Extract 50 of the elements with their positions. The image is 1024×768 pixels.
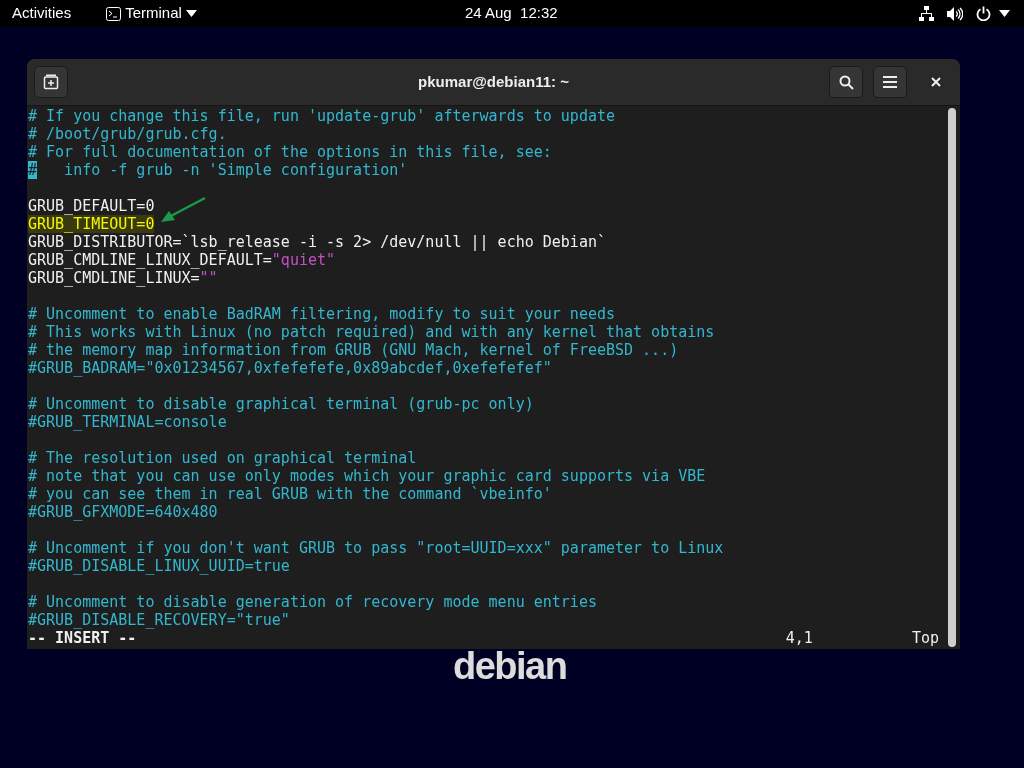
comment-text: #GRUB_TERMINAL=console (28, 413, 227, 431)
power-menu[interactable] (976, 6, 1010, 21)
comment-text: # This works with Linux (no patch required) and with any kernel that obtains (28, 323, 715, 341)
menu-button[interactable] (873, 66, 907, 98)
new-tab-button[interactable] (34, 66, 68, 98)
network-icon[interactable] (919, 6, 934, 21)
debian-logo-text: debian (453, 644, 567, 689)
code-text: GRUB_CMDLINE_LINUX= (28, 269, 200, 287)
window-title: pkumar@debian11: ~ (418, 71, 569, 92)
volume-icon[interactable] (947, 6, 963, 21)
caret-icon (185, 10, 197, 17)
cursor-position: 4,1 (785, 629, 813, 647)
editor-mode: -- INSERT -- (28, 629, 137, 647)
comment-text: # The resolution used on graphical terminal (28, 449, 417, 467)
search-button[interactable] (829, 66, 863, 98)
code-text: GRUB_DEFAULT=0 (28, 197, 155, 215)
clock[interactable]: 24 Aug 12:32 (465, 2, 558, 25)
app-menu[interactable]: Terminal (106, 2, 197, 25)
menu-icon (883, 76, 897, 88)
string-text: "" (199, 269, 218, 287)
text-cursor: # (28, 161, 38, 179)
comment-text: # /boot/grub/grub.cfg. (28, 125, 227, 143)
scroll-position: Top (911, 629, 939, 647)
power-icon (976, 6, 991, 21)
comment-text: # Uncomment to disable generation of recovery mode menu entries (28, 593, 597, 611)
close-icon (931, 77, 941, 87)
activities-button[interactable]: Activities (12, 2, 72, 25)
scrollbar[interactable] (948, 108, 956, 647)
annotation-arrow (159, 196, 207, 224)
comment-text: info -f grub -n 'Simple configuration' (63, 161, 408, 179)
search-icon (838, 74, 854, 90)
comment-text: # the memory map information from GRUB (GNU Mach, kernel of FreeBSD ...) (28, 341, 679, 359)
comment-text: # If you change this file, run 'update-grub' afterwards to update (28, 107, 615, 125)
comment-text: # Uncomment to disable graphical terminal (grub-pc only) (28, 395, 534, 413)
caret-icon (999, 10, 1010, 17)
comment-text: # Uncomment if you don't want GRUB to pass "root=UUID=xxx" parameter to Linux (28, 539, 724, 557)
comment-text: # you can see them in real GRUB with the command `vbeinfo' (28, 485, 552, 503)
comment-text: #GRUB_BADRAM="0x01234567,0xfefefefe,0x89abcdef,0xefefefef" (28, 359, 552, 377)
comment-text: # Uncomment to enable BadRAM filtering, modify to suit your needs (28, 305, 615, 323)
comment-text: #GRUB_DISABLE_LINUX_UUID=true (28, 557, 290, 575)
terminal-icon (106, 6, 122, 21)
comment-text: #GRUB_GFXMODE=640x480 (28, 503, 218, 521)
comment-text: #GRUB_DISABLE_RECOVERY="true" (28, 611, 290, 629)
code-text: GRUB_DISTRIBUTOR=`lsb_release -i -s 2> /dev/null || echo Debian` (28, 233, 606, 251)
code-text: GRUB_CMDLINE_LINUX_DEFAULT= (28, 251, 272, 269)
comment-text: # For full documentation of the options in this file, see: (28, 143, 552, 161)
comment-text: # note that you can use only modes which your graphic card supports via VBE (28, 467, 706, 485)
highlighted-text: GRUB_TIMEOUT=0 (28, 215, 155, 233)
new-tab-icon (43, 74, 59, 90)
string-text: "quiet" (271, 251, 336, 269)
